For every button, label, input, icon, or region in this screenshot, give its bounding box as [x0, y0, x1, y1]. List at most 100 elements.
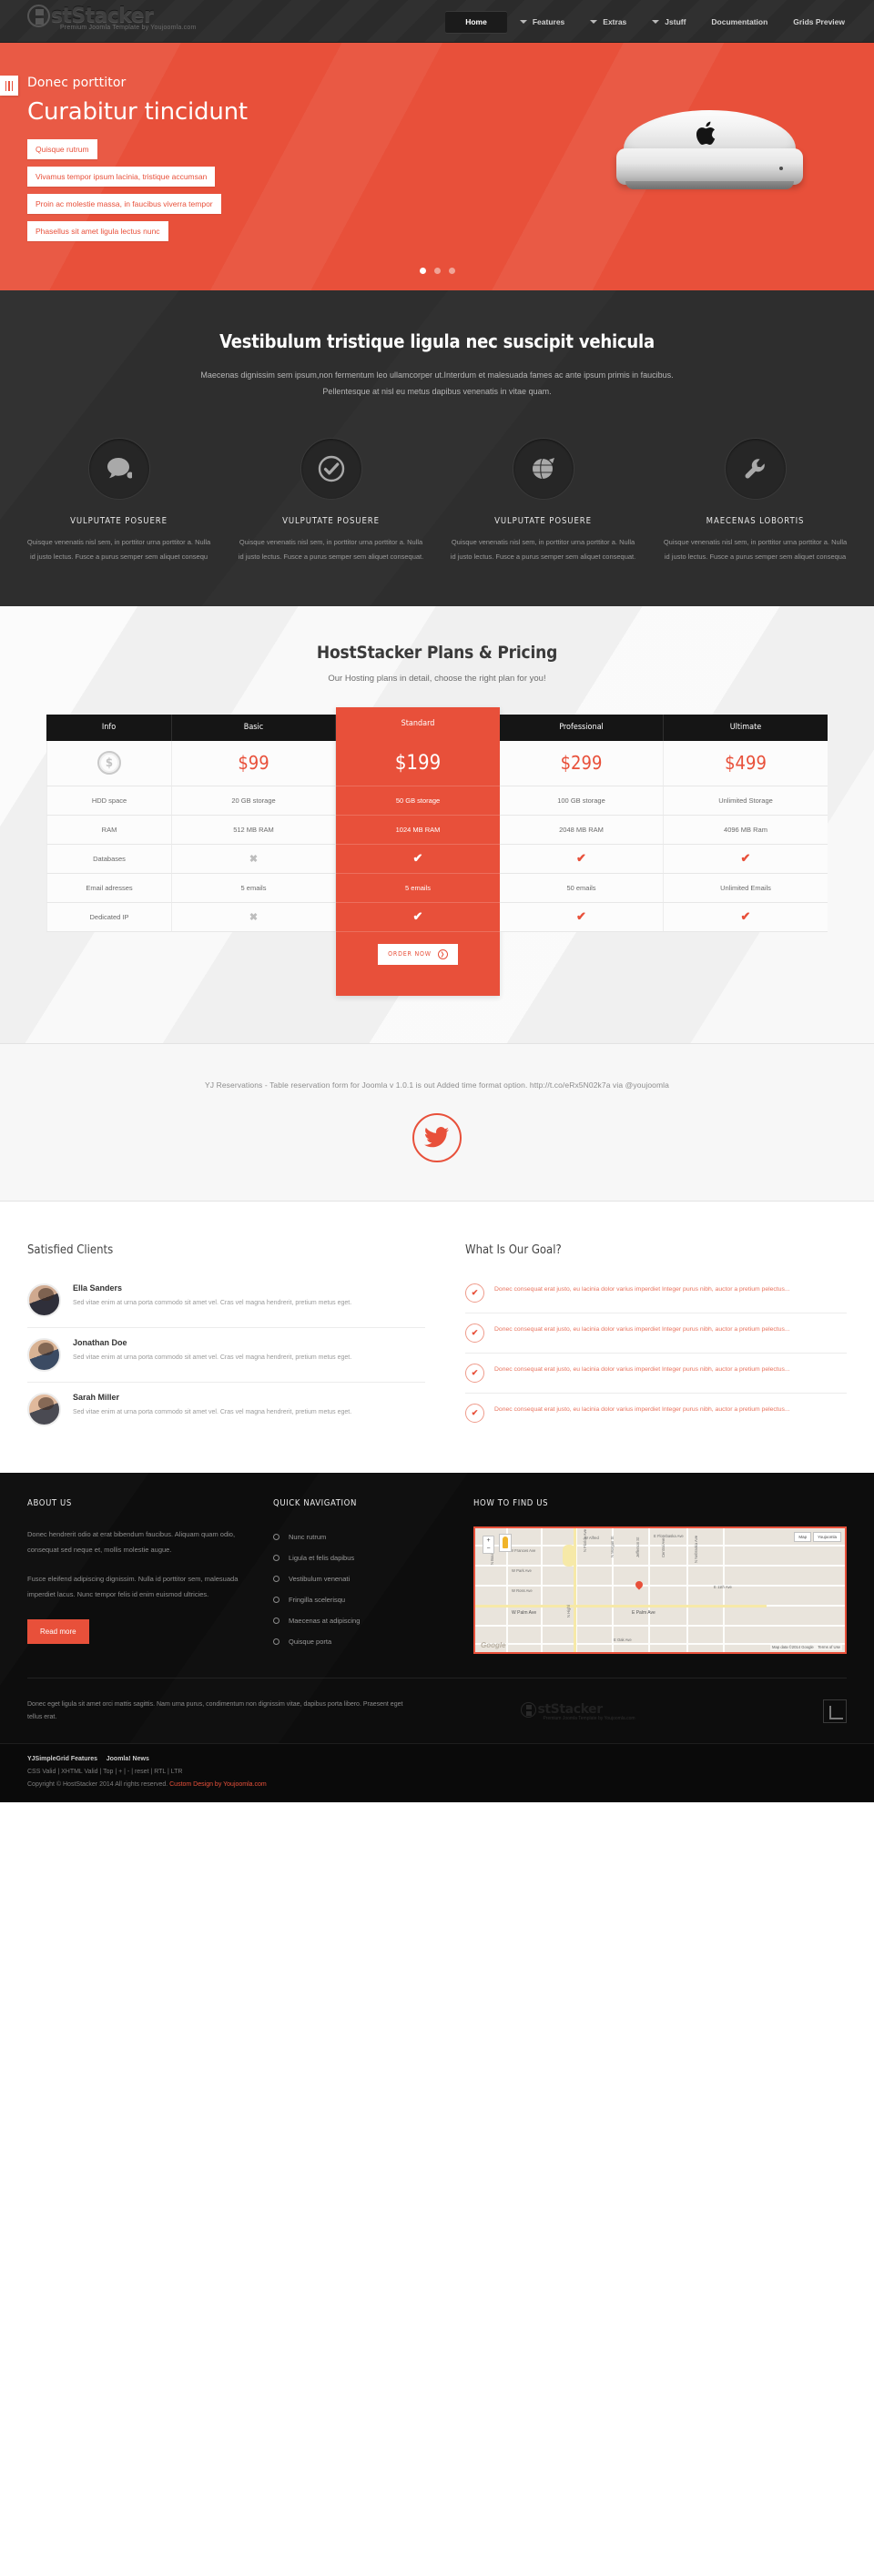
twitter-bird-icon	[424, 1126, 449, 1147]
list-item[interactable]: ✔ Donec consequat erat justo, eu lacinia…	[465, 1313, 847, 1354]
feature-card[interactable]: MAECENAS LOBORTIS Quisque venenatis nisl…	[649, 438, 861, 564]
pricing-column-professional[interactable]: Professional $299 100 GB storage 2048 MB…	[500, 714, 664, 932]
bullet-icon	[273, 1554, 279, 1561]
map-type-controls[interactable]: Map Youjoomla	[794, 1531, 841, 1542]
check-circle-icon: ✔	[465, 1323, 484, 1343]
map-button[interactable]: Map	[794, 1531, 812, 1542]
list-item[interactable]: Jonathan Doe Sed vitae enim at urna port…	[27, 1328, 425, 1383]
map-label: E Florebaska Ave	[654, 1533, 684, 1538]
check-icon: ✔	[576, 851, 586, 866]
slider-toggle-button[interactable]	[0, 76, 18, 96]
footer-map-column: HOW TO FIND US W Alfred E Florebaska Ave…	[473, 1498, 847, 1654]
zoom-out-icon[interactable]: −	[486, 1545, 490, 1553]
map-label: N Florida Ave	[583, 1528, 587, 1552]
footer-nav-label: Nunc rutrum	[289, 1532, 327, 1541]
logo-mark-icon	[27, 5, 50, 27]
footer-nav-item[interactable]: Fringilla scelerisqu	[273, 1589, 446, 1610]
feature-card[interactable]: VULPUTATE POSUERE Quisque venenatis nisl…	[437, 438, 649, 564]
footer-nav-item[interactable]: Quisque porta	[273, 1631, 446, 1652]
footer-about-p1: Donec hendrerit odio at erat bibendum fa…	[27, 1529, 236, 1555]
validation-links[interactable]: CSS Valid | XHTML Valid | Top | + | - | …	[27, 1769, 847, 1775]
chevron-down-icon	[652, 19, 660, 24]
pricing-column-standard[interactable]: Standard $199 50 GB storage 1024 MB RAM …	[336, 706, 500, 996]
main-navigation: Home Features Extras Jstuff Documentatio…	[445, 0, 858, 43]
twitter-link[interactable]	[412, 1112, 462, 1162]
footer-link-yjsimplegrid[interactable]: YJSimpleGrid Features	[27, 1756, 97, 1762]
feature-title: VULPUTATE POSUERE	[70, 516, 168, 527]
globe-icon-wrap	[512, 438, 574, 501]
pricing-cell: 5 emails	[172, 873, 336, 903]
list-item[interactable]: Ella Sanders Sed vitae enim at urna port…	[27, 1273, 425, 1328]
pricing-cell: 1024 MB RAM	[336, 815, 500, 845]
footer-nav-item[interactable]: Nunc rutrum	[273, 1526, 446, 1547]
read-more-button[interactable]: Read more	[27, 1619, 89, 1645]
location-map[interactable]: W Alfred E Florebaska Ave W Frances Ave …	[473, 1526, 847, 1654]
footer-logo-tagline: Premium Joomla Template by Youjoomla.com	[543, 1715, 635, 1721]
nav-item-jstuff[interactable]: Jstuff	[639, 11, 698, 33]
nav-label: Home	[465, 16, 487, 26]
speech-bubble-icon	[107, 458, 132, 479]
street-view-pegman[interactable]	[499, 1533, 512, 1552]
hero-kicker: Donec porttitor	[27, 76, 127, 90]
footer-link-joomla-news[interactable]: Joomla! News	[107, 1756, 149, 1762]
footer-logo-text: stStacker	[537, 1702, 603, 1718]
map-terms-link[interactable]: Terms of Use	[818, 1645, 840, 1649]
slider-bar-icon	[5, 80, 7, 91]
nav-item-features[interactable]: Features	[507, 11, 577, 33]
hero-list-item[interactable]: Phasellus sit amet ligula lectus nunc	[27, 221, 168, 241]
slider-dot-2[interactable]	[433, 268, 441, 274]
pricing-row-label: RAM	[46, 815, 172, 845]
footer-nav-item[interactable]: Maecenas at adipiscing	[273, 1610, 446, 1631]
footer-nav-item[interactable]: Ligula et felis dapibus	[273, 1547, 446, 1568]
pricing-column-basic[interactable]: Basic $99 20 GB storage 512 MB RAM ✖ 5 e…	[172, 714, 336, 932]
hero-list-item[interactable]: Quisque rutrum	[27, 139, 97, 159]
map-tiles: W Alfred E Florebaska Ave W Frances Ave …	[475, 1527, 845, 1652]
footer-nav-label: Ligula et felis dapibus	[289, 1553, 355, 1562]
zoom-in-icon[interactable]: +	[486, 1536, 490, 1545]
slider-pagination	[0, 268, 874, 274]
hero-list-item[interactable]: Vivamus tempor ipsum lacinia, tristique …	[27, 167, 216, 187]
map-zoom-controls[interactable]: + −	[483, 1535, 494, 1554]
nav-item-extras[interactable]: Extras	[577, 11, 639, 33]
slider-dot-3[interactable]	[448, 268, 455, 274]
pricing-plan-name: Basic	[172, 714, 336, 741]
footer-bottom-text: Donec eget ligula sit amet orci mattis s…	[27, 1700, 403, 1721]
nav-label: Extras	[603, 16, 627, 26]
site-logo[interactable]: stStacker Premium Joomla Template by You…	[27, 5, 197, 31]
features-subtitle-line2: Pellentesque at nisl eu metus dapibus ve…	[322, 386, 552, 396]
pricing-row-label: Email adresses	[46, 873, 172, 903]
order-now-button[interactable]: ORDER NOW ❯	[378, 943, 458, 965]
check-circle-icon: ✔	[465, 1283, 484, 1303]
map-label: W Park Ave	[512, 1567, 532, 1573]
list-item[interactable]: ✔ Donec consequat erat justo, eu lacinia…	[465, 1354, 847, 1394]
check-circle-icon: ✔	[465, 1403, 484, 1423]
feature-card[interactable]: VULPUTATE POSUERE Quisque venenatis nisl…	[13, 438, 225, 564]
design-credit-link[interactable]: Custom Design by Youjoomla.com	[169, 1781, 267, 1788]
slider-dot-1[interactable]	[419, 268, 426, 274]
nav-item-home[interactable]: Home	[445, 10, 507, 33]
check-icon: ✔	[412, 851, 423, 866]
pricing-plan-name: Standard	[336, 706, 500, 741]
footer-logo[interactable]: stStacker Premium Joomla Template by You…	[410, 1701, 747, 1721]
nav-item-grids-preview[interactable]: Grids Preview	[780, 11, 858, 33]
feature-card[interactable]: VULPUTATE POSUERE Quisque venenatis nisl…	[225, 438, 437, 564]
list-item[interactable]: ✔ Donec consequat erat justo, eu lacinia…	[465, 1273, 847, 1313]
slider-bar-icon	[11, 80, 14, 91]
speech-bubble-icon-wrap	[87, 438, 150, 501]
nav-item-documentation[interactable]: Documentation	[698, 11, 780, 33]
bullet-icon	[273, 1533, 279, 1540]
footer-nav-item[interactable]: Vestibulum venenati	[273, 1568, 446, 1589]
avatar	[27, 1392, 61, 1426]
scroll-top-badge-icon[interactable]	[823, 1699, 847, 1724]
pricing-plan-price: $299	[500, 740, 664, 786]
list-item[interactable]: Sarah Miller Sed vitae enim at urna port…	[27, 1383, 425, 1436]
logo-tagline: Premium Joomla Template by Youjoomla.com	[60, 25, 197, 31]
cross-icon: ✖	[249, 853, 259, 865]
site-footer: ABOUT US Donec hendrerit odio at erat bi…	[0, 1472, 874, 1743]
list-item[interactable]: ✔ Donec consequat erat justo, eu lacinia…	[465, 1394, 847, 1433]
pricing-table: Info $ HDD space RAM Databases Email adr…	[46, 706, 828, 996]
map-label: Jefferson St	[635, 1536, 640, 1557]
hero-list-item[interactable]: Proin ac molestie massa, in faucibus viv…	[27, 194, 221, 214]
footer-map-heading: HOW TO FIND US	[473, 1497, 549, 1508]
pricing-column-ultimate[interactable]: Ultimate $499 Unlimited Storage 4096 MB …	[664, 714, 828, 932]
